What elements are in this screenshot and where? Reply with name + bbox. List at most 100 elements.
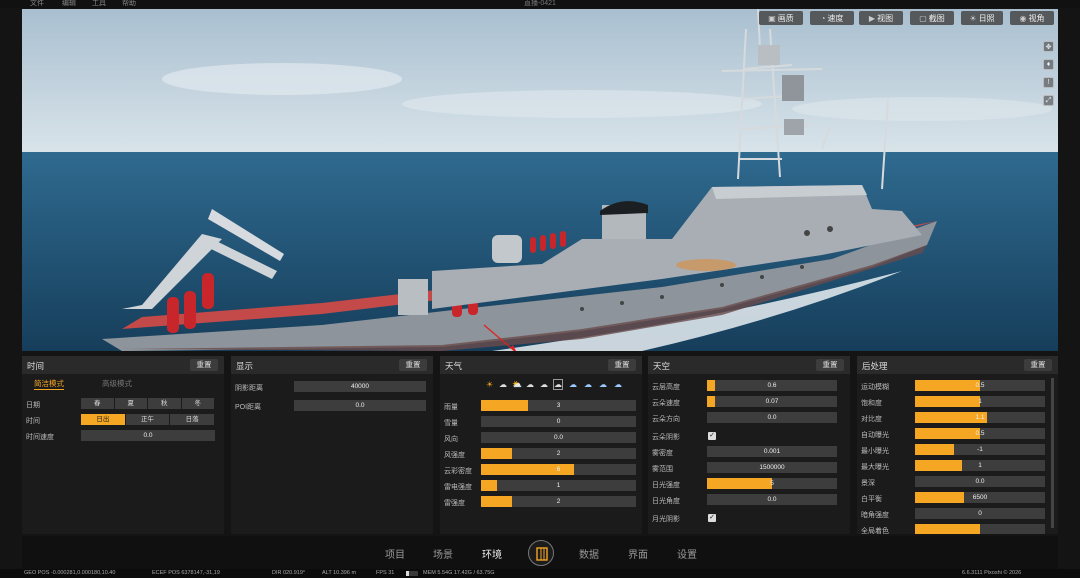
weather-storm-icon[interactable]: ☁ xyxy=(584,380,592,389)
home-button[interactable] xyxy=(528,540,554,566)
scene-viewport[interactable]: ▣ 画质 ◔ 速度 ▶ 视图 ▢ 截图 ☀ 日照 ◉ 视角 ✥ ♦ ! ⤢ xyxy=(22,9,1058,351)
cloud-density-slider[interactable]: 6 xyxy=(481,464,636,475)
time-sunset[interactable]: 日落 xyxy=(170,414,215,425)
cloud-speed-slider[interactable]: 0.07 xyxy=(707,396,837,407)
rain-slider[interactable]: 3 xyxy=(481,400,636,411)
image-icon: ▣ xyxy=(768,13,776,23)
info-icon[interactable]: ! xyxy=(1043,77,1054,88)
speed-icon: ◔ xyxy=(820,13,826,23)
version-label: 6.6.3111 Pixoshi © 2026 xyxy=(962,570,1022,576)
season-autumn[interactable]: 秋 xyxy=(148,398,181,409)
contrast-row: 对比度 1.1 xyxy=(857,412,1058,424)
snow-slider[interactable]: 0 xyxy=(481,416,636,427)
saturation-slider[interactable]: 1 xyxy=(915,396,1045,407)
screenshot-button[interactable]: ▢ 截图 xyxy=(910,11,954,25)
sun-intensity-slider[interactable]: 5 xyxy=(707,478,837,489)
menu-bar: 文件 编辑 工具 帮助 直播-0421 xyxy=(0,0,1080,8)
weather-shower-icon[interactable]: ☁ xyxy=(569,380,577,389)
weather-fog-icon[interactable]: ☁ xyxy=(614,380,622,389)
time-noon[interactable]: 正午 xyxy=(125,414,170,425)
wind-direction-row: 风向 0.0 xyxy=(440,432,642,444)
thunder-strength-row: 雷强度 2 xyxy=(440,496,642,508)
panel-header: 时间 重置 xyxy=(22,356,224,374)
move-icon[interactable]: ✥ xyxy=(1043,41,1054,52)
fog-density-slider[interactable]: 0.001 xyxy=(707,446,837,457)
lightning-strength-slider[interactable]: 1 xyxy=(481,480,636,491)
weather-sunny-icon[interactable]: ☀ xyxy=(486,380,493,389)
bottom-nav: 项目 场景 环境 数据 界面 设置 xyxy=(22,536,1058,569)
season-summer[interactable]: 夏 xyxy=(114,398,147,409)
moon-shadow-checkbox[interactable]: ✓ xyxy=(708,514,716,522)
tab-advanced-mode[interactable]: 高级模式 xyxy=(102,378,132,389)
global-tint-row: 全局着色 xyxy=(857,524,1058,534)
reset-button[interactable]: 重置 xyxy=(1024,359,1052,371)
weather-rain-icon[interactable]: ☁ xyxy=(553,379,563,390)
weather-partly-cloudy-icon[interactable]: ☁ xyxy=(499,380,507,389)
weather-cloudy-icon[interactable]: ☁ xyxy=(526,380,534,389)
nav-scene[interactable]: 场景 xyxy=(433,546,453,561)
panel-scrollbar[interactable] xyxy=(1051,378,1054,528)
nav-interface[interactable]: 界面 xyxy=(628,546,648,561)
auto-exposure-slider[interactable]: 0.5 xyxy=(915,428,1045,439)
cloud-height-slider[interactable]: 0.6 xyxy=(707,380,837,391)
cloud-direction-slider[interactable]: 0.0 xyxy=(707,412,837,423)
snow-row: 雪量 0 xyxy=(440,416,642,428)
perspective-button[interactable]: ◉ 视角 xyxy=(1010,11,1054,25)
wind-direction-slider[interactable]: 0.0 xyxy=(481,432,636,443)
time-speed-slider[interactable]: 0.0 xyxy=(81,430,215,441)
season-spring[interactable]: 春 xyxy=(81,398,114,409)
postprocess-panel: 后处理 重置 运动模糊 0.5 饱和度 1 对比度 1.1 自动曝光 0.5 最… xyxy=(857,356,1058,534)
quality-button[interactable]: ▣ 画质 xyxy=(759,11,803,25)
global-tint-slider[interactable] xyxy=(915,524,1045,534)
display-panel: 显示 重置 阴影距离 40000 POI距离 0.0 xyxy=(231,356,433,534)
nav-data[interactable]: 数据 xyxy=(579,546,599,561)
poi-distance-slider[interactable]: 0.0 xyxy=(294,400,426,411)
auto-exposure-row: 自动曝光 0.5 xyxy=(857,428,1058,440)
wind-strength-row: 风强度 2 xyxy=(440,448,642,460)
panel-title: 显示 xyxy=(236,361,254,371)
panel-header: 天气 重置 xyxy=(440,356,642,374)
depth-of-field-slider[interactable]: 0.0 xyxy=(915,476,1045,487)
nav-environment[interactable]: 环境 xyxy=(482,546,502,561)
reset-button[interactable]: 重置 xyxy=(608,359,636,371)
resize-icon[interactable]: ⤢ xyxy=(1043,95,1054,106)
white-balance-slider[interactable]: 6500 xyxy=(915,492,1045,503)
view-button[interactable]: ▶ 视图 xyxy=(859,11,903,25)
cloud-shadow-checkbox[interactable]: ✓ xyxy=(708,432,716,440)
reset-button[interactable]: 重置 xyxy=(399,359,427,371)
reset-button[interactable]: 重置 xyxy=(190,359,218,371)
nav-project[interactable]: 项目 xyxy=(385,546,405,561)
weather-sun-cloud-icon[interactable]: ⛅ xyxy=(512,380,522,389)
fps-readout: FPS 31 xyxy=(376,570,395,576)
video-icon: ▶ xyxy=(868,13,876,23)
sun-icon: ☀ xyxy=(969,13,977,23)
season-winter[interactable]: 冬 xyxy=(181,398,214,409)
app-window: 文件 编辑 工具 帮助 直播-0421 ▣ 画质 ◔ 速度 ▶ 视图 ▢ 截图 … xyxy=(0,0,1080,578)
vignette-slider[interactable]: 0 xyxy=(915,508,1045,519)
moon-shadow-row: 月光阴影 ✓ xyxy=(652,514,716,523)
nav-settings[interactable]: 设置 xyxy=(677,546,697,561)
sunlight-button[interactable]: ☀ 日照 xyxy=(961,11,1003,25)
thunder-strength-slider[interactable]: 2 xyxy=(481,496,636,507)
time-row: 时间 日出 正午 日落 xyxy=(22,414,224,426)
min-exposure-slider[interactable]: -1 xyxy=(915,444,1045,455)
walk-icon[interactable]: ♦ xyxy=(1043,59,1054,70)
weather-snow-icon[interactable]: ☁ xyxy=(599,380,607,389)
weather-overcast-icon[interactable]: ☁ xyxy=(540,380,548,389)
motion-blur-slider[interactable]: 0.5 xyxy=(915,380,1045,391)
reset-button[interactable]: 重置 xyxy=(816,359,844,371)
contrast-slider[interactable]: 1.1 xyxy=(915,412,1045,423)
rain-row: 雨量 3 xyxy=(440,400,642,412)
tab-simple-mode[interactable]: 简洁模式 xyxy=(34,378,64,390)
fog-range-slider[interactable]: 1500000 xyxy=(707,462,837,473)
time-sunrise[interactable]: 日出 xyxy=(81,414,125,425)
speed-button[interactable]: ◔ 速度 xyxy=(810,11,854,25)
sun-angle-slider[interactable]: 0.0 xyxy=(707,494,837,505)
shadow-distance-slider[interactable]: 40000 xyxy=(294,381,426,392)
time-speed-row: 时间速度 0.0 xyxy=(22,430,224,442)
fog-density-row: 雾密度 0.001 xyxy=(648,446,850,458)
wind-strength-slider[interactable]: 2 xyxy=(481,448,636,459)
panel-title: 时间 xyxy=(27,361,45,371)
white-balance-row: 白平衡 6500 xyxy=(857,492,1058,504)
max-exposure-slider[interactable]: 1 xyxy=(915,460,1045,471)
